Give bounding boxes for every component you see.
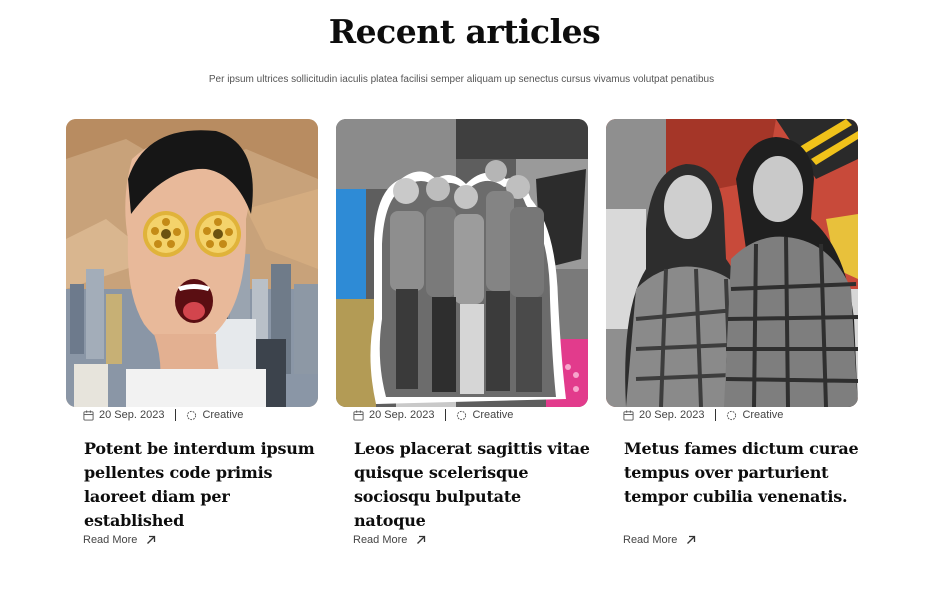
category-icon — [726, 410, 737, 421]
article-date: 20 Sep. 2023 — [639, 409, 705, 421]
category-icon — [456, 410, 467, 421]
article-card[interactable]: 20 Sep. 2023 Creative Leos placerat sagi… — [336, 119, 590, 546]
article-image[interactable] — [66, 119, 318, 407]
arrow-up-right-icon — [416, 535, 426, 545]
article-2-illustration — [336, 119, 588, 407]
article-date: 20 Sep. 2023 — [369, 409, 435, 421]
article-category[interactable]: Creative — [202, 409, 243, 421]
read-more-label: Read More — [353, 534, 408, 546]
section-subtitle: Per ipsum ultrices sollicitudin iaculis … — [208, 74, 715, 85]
article-category[interactable]: Creative — [472, 409, 513, 421]
read-more-label: Read More — [83, 534, 138, 546]
read-more-link[interactable]: Read More — [83, 534, 156, 546]
article-3-illustration — [606, 119, 858, 407]
article-category[interactable]: Creative — [742, 409, 783, 421]
article-meta: 20 Sep. 2023 Creative — [83, 409, 243, 421]
calendar-icon — [83, 409, 94, 421]
article-image[interactable] — [336, 119, 588, 407]
arrow-up-right-icon — [146, 535, 156, 545]
meta-divider — [715, 409, 717, 421]
film-reel-right — [195, 211, 241, 257]
calendar-icon — [623, 409, 634, 421]
article-title[interactable]: Potent be interdum ipsum pellentes code … — [84, 437, 324, 533]
article-title[interactable]: Leos placerat sagittis vitae quisque sce… — [354, 437, 594, 533]
read-more-link[interactable]: Read More — [353, 534, 426, 546]
article-title[interactable]: Metus fames dictum curae tempus over par… — [624, 437, 864, 509]
film-reel-left — [143, 211, 189, 257]
arrow-up-right-icon — [686, 535, 696, 545]
article-meta: 20 Sep. 2023 Creative — [623, 409, 783, 421]
article-image[interactable] — [606, 119, 858, 407]
article-date: 20 Sep. 2023 — [99, 409, 165, 421]
category-icon — [186, 410, 197, 421]
section-title: Recent articles — [328, 12, 601, 51]
calendar-icon — [353, 409, 364, 421]
read-more-label: Read More — [623, 534, 678, 546]
article-meta: 20 Sep. 2023 Creative — [353, 409, 513, 421]
meta-divider — [175, 409, 177, 421]
article-card[interactable]: 20 Sep. 2023 Creative Potent be interdum… — [66, 119, 318, 546]
article-1-illustration — [66, 119, 318, 407]
meta-divider — [445, 409, 447, 421]
article-card[interactable]: 20 Sep. 2023 Creative Metus fames dictum… — [606, 119, 859, 546]
read-more-link[interactable]: Read More — [623, 534, 696, 546]
